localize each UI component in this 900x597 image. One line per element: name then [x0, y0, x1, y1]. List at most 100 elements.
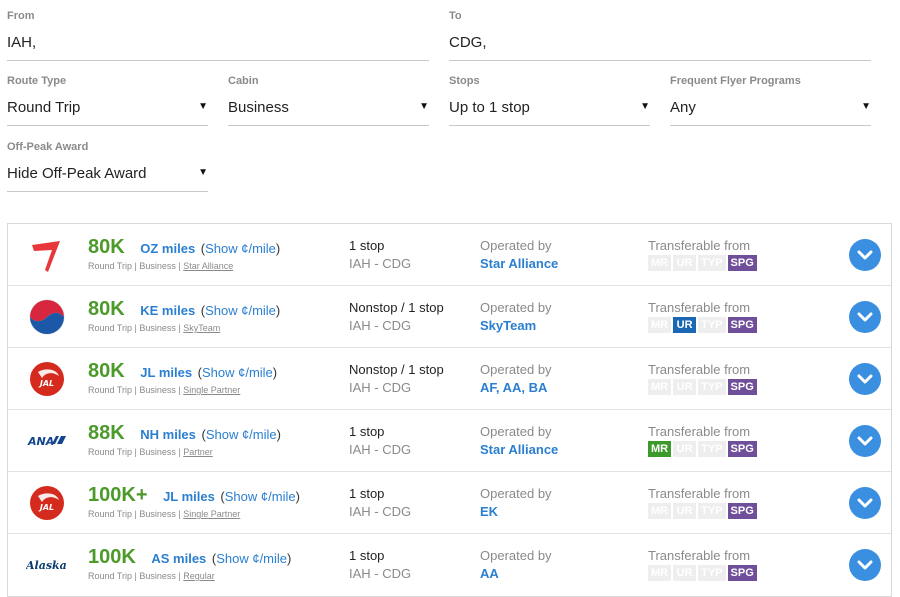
partner-link[interactable]: Regular: [183, 571, 215, 581]
stops-count: 1 stop: [349, 424, 385, 439]
show-cpm-link[interactable]: Show ¢/mile: [216, 551, 287, 566]
stops-select[interactable]: Stops Up to 1 stop ▼: [449, 75, 650, 127]
result-row[interactable]: 80K KE miles (Show ¢/mile) Round Trip | …: [8, 286, 891, 348]
operator-link[interactable]: AA: [480, 566, 499, 581]
badge-typ: TYP: [698, 565, 726, 581]
miles-amount-line: 88K NH miles (Show ¢/mile): [88, 422, 281, 445]
award-details: Round Trip | Business | Single Partner: [88, 509, 241, 519]
badge-mr: MR: [648, 255, 672, 271]
ffp-select[interactable]: Frequent Flyer Programs Any ▼: [670, 75, 871, 127]
miles-amount: 100K: [88, 546, 136, 568]
cabin-select[interactable]: Cabin Business ▼: [228, 75, 429, 127]
award-details: Round Trip | Business | Star Alliance: [88, 261, 234, 271]
stops-count: 1 stop: [349, 548, 385, 563]
result-row[interactable]: JAL 80K JL miles (Show ¢/mile) Round Tri…: [8, 348, 891, 410]
svg-text:JAL: JAL: [38, 503, 54, 512]
from-label: From: [7, 10, 35, 22]
operated-by-label: Operated by: [480, 300, 552, 315]
transfer-badges: MR UR TYP SPG: [648, 503, 757, 519]
program-link[interactable]: JL miles: [140, 365, 192, 380]
ana-logo: ANA: [26, 422, 68, 460]
operator-link[interactable]: Star Alliance: [480, 256, 558, 271]
badge-ur: UR: [673, 379, 697, 395]
offpeak-label: Off-Peak Award: [7, 141, 89, 153]
partner-link[interactable]: Single Partner: [183, 509, 240, 519]
svg-text:ANA: ANA: [27, 435, 54, 448]
ffp-label: Frequent Flyer Programs: [670, 75, 801, 87]
badge-ur: UR: [673, 317, 697, 333]
trip-type: Round Trip: [88, 261, 133, 271]
to-input[interactable]: CDG,: [449, 34, 487, 51]
route-type-select[interactable]: Route Type Round Trip ▼: [7, 75, 208, 127]
miles-amount-line: 80K JL miles (Show ¢/mile): [88, 360, 277, 383]
badge-typ: TYP: [698, 379, 726, 395]
paren-close: ): [272, 365, 278, 380]
expand-button[interactable]: [849, 487, 881, 519]
operator-link[interactable]: Star Alliance: [480, 442, 558, 457]
asiana-logo: [26, 236, 68, 274]
trip-type: Round Trip: [88, 571, 133, 581]
transfer-badges: MR UR TYP SPG: [648, 441, 757, 457]
program-link[interactable]: AS miles: [151, 551, 206, 566]
from-field[interactable]: From IAH,: [7, 10, 429, 62]
expand-button[interactable]: [849, 301, 881, 333]
offpeak-underline: [7, 191, 208, 192]
badge-spg: SPG: [727, 503, 757, 519]
result-row[interactable]: Alaska 100K AS miles (Show ¢/mile) Round…: [8, 534, 891, 595]
partner-link[interactable]: Single Partner: [183, 385, 240, 395]
badge-spg: SPG: [727, 565, 757, 581]
operator-link[interactable]: EK: [480, 504, 498, 519]
expand-button[interactable]: [849, 239, 881, 271]
ffp-underline: [670, 125, 871, 126]
transferable-label: Transferable from: [648, 238, 751, 253]
offpeak-select[interactable]: Off-Peak Award Hide Off-Peak Award ▼: [7, 141, 208, 193]
program-link[interactable]: OZ miles: [140, 241, 195, 256]
badge-mr: MR: [648, 565, 672, 581]
to-label: To: [449, 10, 462, 22]
transferable-label: Transferable from: [648, 424, 751, 439]
cabin-type: Business: [139, 509, 176, 519]
caret-down-icon: ▼: [861, 101, 871, 112]
paren-close: ): [275, 241, 281, 256]
expand-button[interactable]: [849, 425, 881, 457]
stops-count: 1 stop: [349, 238, 385, 253]
result-row[interactable]: 80K OZ miles (Show ¢/mile) Round Trip | …: [8, 224, 891, 286]
expand-button[interactable]: [849, 363, 881, 395]
badge-mr: MR: [648, 441, 672, 457]
badge-spg: SPG: [727, 441, 757, 457]
program-link[interactable]: JL miles: [163, 489, 215, 504]
award-details: Round Trip | Business | Regular: [88, 571, 215, 581]
show-cpm-link[interactable]: Show ¢/mile: [205, 241, 276, 256]
operated-by-label: Operated by: [480, 238, 552, 253]
stops-value: Up to 1 stop: [449, 99, 530, 116]
route-text: IAH - CDG: [349, 442, 412, 457]
transfer-badges: MR UR TYP SPG: [648, 317, 757, 333]
partner-link[interactable]: Star Alliance: [183, 261, 233, 271]
expand-button[interactable]: [849, 549, 881, 581]
jal-logo: JAL: [26, 360, 68, 398]
caret-down-icon: ▼: [198, 167, 208, 178]
program-link[interactable]: NH miles: [140, 427, 196, 442]
operator-link[interactable]: AF, AA, BA: [480, 380, 547, 395]
stops-count: 1 stop: [349, 486, 385, 501]
result-row[interactable]: ANA 88K NH miles (Show ¢/mile) Round Tri…: [8, 410, 891, 472]
result-row[interactable]: JAL 100K+ JL miles (Show ¢/mile) Round T…: [8, 472, 891, 534]
to-field[interactable]: To CDG,: [449, 10, 871, 62]
cabin-type: Business: [139, 571, 176, 581]
show-cpm-link[interactable]: Show ¢/mile: [225, 489, 296, 504]
cabin-type: Business: [139, 447, 176, 457]
partner-link[interactable]: SkyTeam: [183, 323, 220, 333]
program-link[interactable]: KE miles: [140, 303, 195, 318]
badge-mr: MR: [648, 379, 672, 395]
show-cpm-link[interactable]: Show ¢/mile: [202, 365, 273, 380]
operator-link[interactable]: SkyTeam: [480, 318, 536, 333]
show-cpm-link[interactable]: Show ¢/mile: [206, 427, 277, 442]
transfer-badges: MR UR TYP SPG: [648, 255, 757, 271]
route-text: IAH - CDG: [349, 504, 412, 519]
show-cpm-link[interactable]: Show ¢/mile: [205, 303, 276, 318]
partner-link[interactable]: Partner: [183, 447, 213, 457]
from-input[interactable]: IAH,: [7, 34, 36, 51]
trip-type: Round Trip: [88, 447, 133, 457]
paren-close: ): [295, 489, 300, 504]
route-text: IAH - CDG: [349, 256, 412, 271]
